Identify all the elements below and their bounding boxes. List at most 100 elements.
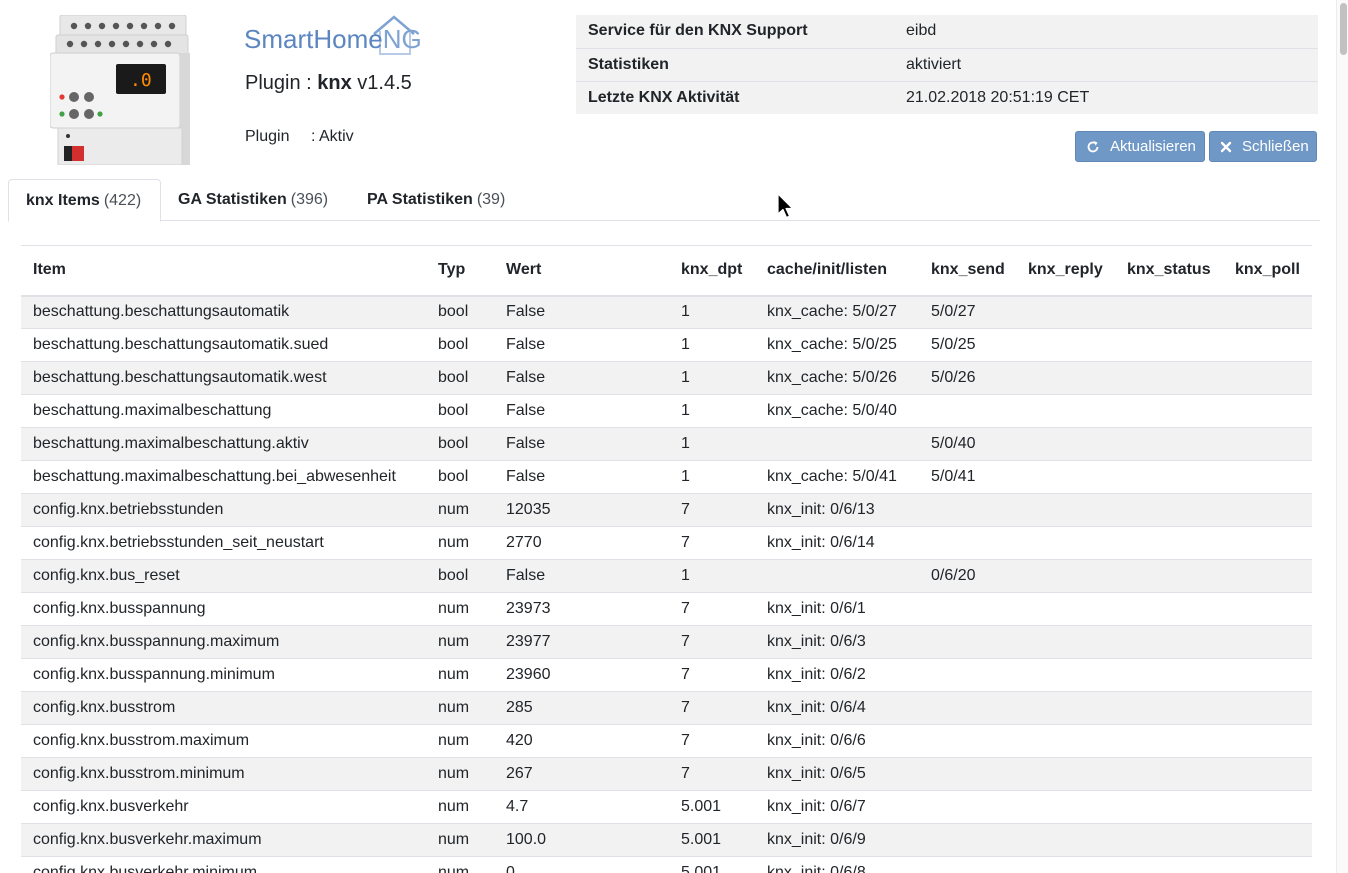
table-cell — [919, 625, 1016, 659]
table-cell — [1223, 658, 1312, 692]
table-cell — [1223, 559, 1312, 593]
table-cell: 1 — [669, 427, 755, 461]
table-row: config.knx.busstrom.maximum num 420 7 knx_in… — [21, 724, 1312, 758]
table-cell — [1115, 757, 1223, 791]
column-header[interactable]: Wert — [494, 245, 669, 297]
table-cell: knx_init: 0/6/7 — [755, 790, 919, 824]
close-button-label: Schließen — [1242, 138, 1309, 155]
column-header[interactable]: knx_reply — [1016, 245, 1115, 297]
table-cell — [1115, 658, 1223, 692]
table-cell: bool — [426, 427, 494, 461]
table-cell: num — [426, 592, 494, 626]
table-cell: 5/0/27 — [919, 295, 1016, 329]
table-cell: 1 — [669, 460, 755, 494]
smarthomeng-logo: SmartHomeNG — [244, 14, 422, 58]
column-header[interactable]: knx_status — [1115, 245, 1223, 297]
scrollbar-thumb[interactable] — [1340, 3, 1347, 55]
table-cell: num — [426, 493, 494, 527]
table-row: config.knx.busspannung num 23973 7 knx_init:… — [21, 592, 1312, 626]
table-row: beschattung.beschattungsautomatik bool Fal… — [21, 295, 1312, 329]
info-value: aktiviert — [894, 47, 1318, 81]
table-cell: 23977 — [494, 625, 669, 659]
table-cell: beschattung.beschattungsautomatik.sued — [21, 328, 426, 362]
table-cell: num — [426, 856, 494, 873]
table-cell — [919, 691, 1016, 725]
table-cell: knx_cache: 5/0/40 — [755, 394, 919, 428]
plugin-state-label: Plugin — [245, 128, 290, 145]
table-cell: 5/0/41 — [919, 460, 1016, 494]
table-row: beschattung.beschattungsautomatik.sued bo… — [21, 328, 1312, 362]
table-cell — [1115, 361, 1223, 395]
table-cell — [919, 724, 1016, 758]
table-row: config.knx.bus_reset bool False 1 0/6/20 — [21, 559, 1312, 593]
table-cell — [1016, 658, 1115, 692]
table-cell — [1115, 460, 1223, 494]
close-button[interactable]: Schließen — [1209, 131, 1317, 162]
table-cell — [1223, 625, 1312, 659]
tab-knx-items[interactable]: knx Items (422) — [8, 179, 161, 222]
table-cell — [1016, 625, 1115, 659]
table-cell: False — [494, 460, 669, 494]
table-row: beschattung.maximalbeschattung.bei_abwes… — [21, 460, 1312, 494]
tab-pa-statistiken[interactable]: PA Statistiken (39) — [350, 179, 522, 221]
tab-label: GA Statistiken — [178, 191, 287, 208]
info-key: Service für den KNX Support — [576, 15, 894, 48]
table-cell: 7 — [669, 526, 755, 560]
table-cell: 1 — [669, 361, 755, 395]
table-cell — [919, 790, 1016, 824]
table-cell: 5.001 — [669, 856, 755, 873]
table-cell: 1 — [669, 295, 755, 329]
table-cell — [919, 658, 1016, 692]
table-cell: num — [426, 823, 494, 857]
table-row: config.knx.busspannung.maximum num 23977 7 k… — [21, 625, 1312, 659]
table-cell — [1223, 394, 1312, 428]
table-cell: 0 — [494, 856, 669, 873]
table-cell — [919, 856, 1016, 873]
refresh-button[interactable]: Aktualisieren — [1075, 131, 1205, 162]
plugin-state-value: : Aktiv — [311, 128, 354, 145]
table-cell: config.knx.bus_reset — [21, 559, 426, 593]
table-cell — [1115, 295, 1223, 329]
table-cell — [1223, 328, 1312, 362]
table-cell: num — [426, 691, 494, 725]
table-cell — [1223, 493, 1312, 527]
page-scrollbar[interactable] — [1336, 0, 1348, 873]
table-cell: 285 — [494, 691, 669, 725]
table-cell: config.knx.busspannung.minimum — [21, 658, 426, 692]
table-cell: knx_init: 0/6/1 — [755, 592, 919, 626]
table-cell — [1223, 757, 1312, 791]
table-cell — [1223, 526, 1312, 560]
table-cell — [1223, 460, 1312, 494]
tab-count: (39) — [476, 191, 506, 208]
table-row: config.knx.betriebsstunden num 12035 7 knx_i… — [21, 493, 1312, 527]
table-cell: 2770 — [494, 526, 669, 560]
table-cell — [1016, 328, 1115, 362]
refresh-icon — [1086, 140, 1100, 154]
table-cell — [1016, 361, 1115, 395]
table-cell — [1016, 724, 1115, 758]
table-cell — [1016, 790, 1115, 824]
table-cell: 420 — [494, 724, 669, 758]
plugin-title: Plugin : knx v1.4.5 — [245, 72, 412, 95]
table-cell — [1115, 592, 1223, 626]
column-header[interactable]: knx_dpt — [669, 245, 755, 297]
table-cell: knx_cache: 5/0/27 — [755, 295, 919, 329]
plugin-version: v1.4.5 — [351, 72, 412, 94]
column-header[interactable]: Item — [21, 245, 426, 297]
tab-ga-statistiken[interactable]: GA Statistiken (396) — [161, 179, 345, 221]
table-cell: config.knx.busspannung — [21, 592, 426, 626]
column-header[interactable]: knx_poll — [1223, 245, 1312, 297]
tab-label: PA Statistiken — [367, 191, 473, 208]
table-cell — [1223, 823, 1312, 857]
table-cell: num — [426, 658, 494, 692]
info-row: Letzte KNX Aktivität 21.02.2018 20:51:19… — [576, 80, 1318, 114]
column-header[interactable]: knx_send — [919, 245, 1016, 297]
table-cell — [1115, 691, 1223, 725]
close-icon — [1220, 140, 1232, 154]
column-header[interactable]: Typ — [426, 245, 494, 297]
info-key: Letzte KNX Aktivität — [576, 80, 894, 114]
column-header[interactable]: cache/init/listen — [755, 245, 919, 297]
table-row: beschattung.beschattungsautomatik.west bo… — [21, 361, 1312, 395]
table-cell: config.knx.betriebsstunden_seit_neustart — [21, 526, 426, 560]
table-cell: num — [426, 790, 494, 824]
